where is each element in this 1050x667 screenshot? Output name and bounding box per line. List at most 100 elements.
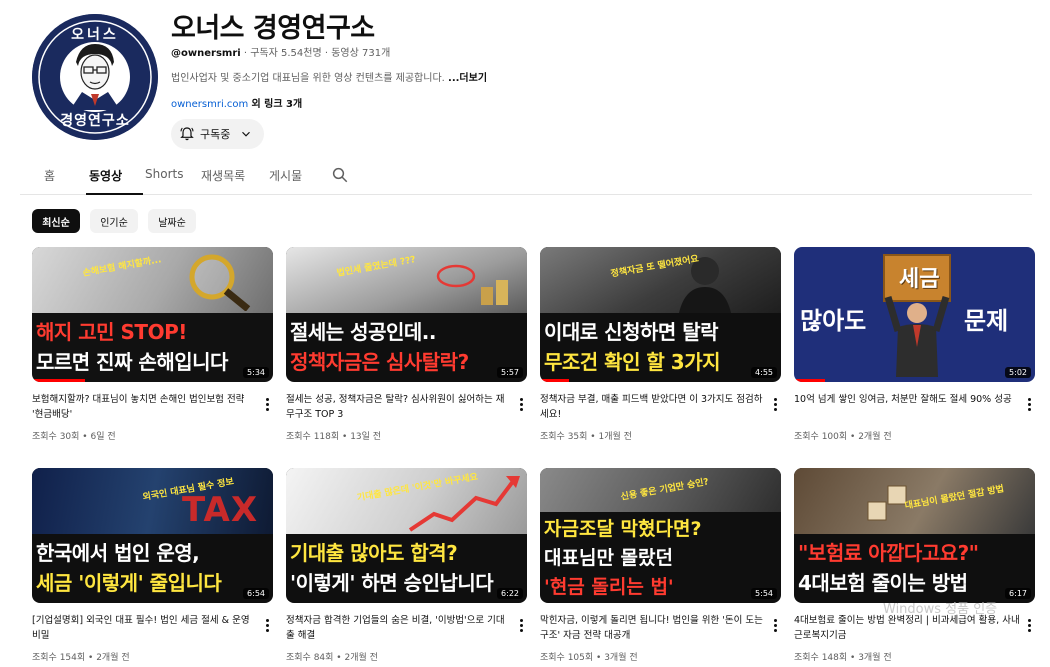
coins-illustration (436, 264, 508, 305)
upload-age: 2개월 전 (344, 653, 378, 663)
thumbnail-headline: 해지 고민 STOP! (36, 320, 187, 344)
chip-oldest[interactable]: 날짜순 (148, 209, 196, 233)
tab-playlists[interactable]: 재생목록 (201, 167, 245, 184)
video-title[interactable]: 4대보험료 줄이는 방법 완벽정리 | 비과세급여 활용, 사내근로복지기금 (794, 613, 1020, 643)
video-duration: 5:34 (243, 367, 269, 378)
description-text: 법인사업자 및 중소기업 대표님을 위한 영상 컨텐츠를 제공합니다. (171, 73, 445, 84)
thumbnail-headline: "보험료 아깝다고요?" (798, 541, 979, 565)
thumbnail-subheadline: 정책자금은 심사탈락? (290, 350, 469, 374)
video-title[interactable]: 정책자금 부결, 매출 피드백 받았다면 이 3가지도 점검하세요! (540, 392, 766, 422)
tax-letters: TAX (182, 490, 259, 530)
channel-avatar[interactable]: 오너스 경영연구소 (32, 14, 158, 140)
chip-popular[interactable]: 인기순 (90, 209, 138, 233)
video-title[interactable]: 보험해지할까? 대표님이 놓치면 손해인 법인보험 전략 '현금배당' (32, 392, 258, 422)
subscribe-label: 구독중 (200, 128, 231, 141)
video-thumbnail[interactable]: 손해보험 해지할까... 해지 고민 STOP! 모르면 진짜 손해입니다 5:… (32, 247, 273, 382)
view-count: 조회수 100회 (794, 432, 848, 442)
more-actions-icon[interactable] (770, 395, 780, 413)
subscriber-count: 구독자 5.54천명 (250, 48, 322, 59)
video-meta: 조회수 154회 • 2개월 전 (32, 653, 130, 663)
video-thumbnail[interactable]: 정책자금 또 떨어졌어요 이대로 신청하면 탈락 무조건 확인 할 3가지 4:… (540, 247, 781, 382)
windows-activation-watermark: Windows 정품 인증 (883, 602, 998, 617)
view-count: 조회수 30회 (32, 432, 80, 442)
thumbnail-subheadline: 무조건 확인 할 3가지 (544, 350, 721, 374)
more-actions-icon[interactable] (1024, 616, 1034, 634)
video-meta: 조회수 148회 • 3개월 전 (794, 653, 892, 663)
video-title[interactable]: 절세는 성공, 정책자금은 탈락? 심사위원이 싫어하는 재무구조 TOP 3 (286, 392, 512, 422)
video-count: 동영상 731개 (331, 48, 391, 59)
video-meta: 조회수 100회 • 2개월 전 (794, 432, 892, 442)
upload-age: 1개월 전 (598, 432, 632, 442)
channel-links: ownersmri.com 외 링크 3개 (171, 95, 302, 110)
video-card: 정책자금 또 떨어졌어요 이대로 신청하면 탈락 무조건 확인 할 3가지 4:… (540, 247, 781, 442)
video-thumbnail[interactable]: 세금 많아도 문제 5:02 (794, 247, 1035, 382)
extra-links[interactable]: 외 링크 3개 (251, 99, 302, 110)
video-card: 기대출 많은데 '이것'만 바꾸세요 기대출 많아도 합격? '이렇게' 하면 … (286, 468, 527, 663)
thumbnail-headline: 한국에서 법인 운영, (36, 541, 200, 565)
video-meta: 조회수 30회 • 6일 전 (32, 432, 116, 442)
view-count: 조회수 148회 (794, 653, 848, 663)
video-meta: 조회수 105회 • 3개월 전 (540, 653, 638, 663)
tab-videos[interactable]: 동영상 (89, 167, 122, 184)
video-duration: 6:54 (243, 588, 269, 599)
thumbnail-subheadline: 문제 (964, 307, 1009, 335)
more-actions-icon[interactable] (262, 616, 272, 634)
channel-description[interactable]: 법인사업자 및 중소기업 대표님을 위한 영상 컨텐츠를 제공합니다. ...더… (171, 69, 487, 84)
channel-handle: @ownersmri (171, 48, 241, 59)
thumbnail-headline: 기대출 많아도 합격? (290, 541, 458, 565)
more-link[interactable]: ...더보기 (448, 73, 487, 84)
video-thumbnail[interactable]: 대표님이 몰랐던 절감 방법 "보험료 아깝다고요?" 4대보험 줄이는 방법 … (794, 468, 1035, 603)
upload-age: 6일 전 (90, 432, 116, 442)
thumbnail-subheadline: '이렇게' 하면 승인납니다 (290, 571, 494, 595)
more-actions-icon[interactable] (1024, 395, 1034, 413)
video-title[interactable]: 정책자금 합격한 기업들의 숨은 비결, '이방법'으로 기대출 해결 (286, 613, 512, 643)
thumbnail-subheadline: 모르면 진짜 손해입니다 (36, 350, 228, 374)
more-actions-icon[interactable] (516, 395, 526, 413)
thumbnail-headline: 이대로 신청하면 탈락 (544, 320, 719, 344)
thumbnail-subheadline: 세금 '이렇게' 줄입니다 (36, 571, 222, 595)
view-count: 조회수 35회 (540, 432, 588, 442)
video-title[interactable]: 막힌자금, 이렇게 돌리면 됩니다! 법인을 위한 '돈이 도는 구조' 자금 … (540, 613, 766, 643)
bell-icon (180, 127, 194, 141)
video-card: 세금 많아도 문제 5:02 10억 넘게 쌓인 잉여금, 처분만 잘해도 절세… (794, 247, 1035, 442)
video-thumbnail[interactable]: TAX 외국인 대표님 필수 정보 한국에서 법인 운영, 세금 '이렇게' 줄… (32, 468, 273, 603)
view-count: 조회수 84회 (286, 653, 334, 663)
video-meta: 조회수 35회 • 1개월 전 (540, 432, 632, 442)
video-thumbnail[interactable]: 법인세 줄였는데 ??? 절세는 성공인데.. 정책자금은 심사탈락? 5:57 (286, 247, 527, 382)
video-duration: 4:55 (751, 367, 777, 378)
video-meta: 조회수 84회 • 2개월 전 (286, 653, 378, 663)
thumbnail-tag: 세금 (899, 267, 940, 292)
video-thumbnail[interactable]: 신용 좋은 기업만 승인? 자금조달 막혔다면? 대표님만 몰랐던 '현금 돌리… (540, 468, 781, 603)
thumbnail-headline: 자금조달 막혔다면? (544, 518, 702, 540)
thumbnail-subheadline: 대표님만 몰랐던 (544, 547, 673, 569)
video-duration: 6:22 (497, 588, 523, 599)
upload-age: 3개월 전 (858, 653, 892, 663)
more-actions-icon[interactable] (516, 616, 526, 634)
watch-progress-bar (794, 379, 825, 382)
tab-posts[interactable]: 게시물 (269, 167, 302, 184)
channel-title: 오너스 경영연구소 (171, 13, 375, 44)
video-card: 대표님이 몰랐던 절감 방법 "보험료 아깝다고요?" 4대보험 줄이는 방법 … (794, 468, 1035, 663)
thumbnail-third-line: '현금 돌리는 법' (544, 576, 674, 598)
video-card: 법인세 줄였는데 ??? 절세는 성공인데.. 정책자금은 심사탈락? 5:57… (286, 247, 527, 442)
view-count: 조회수 105회 (540, 653, 594, 663)
video-duration: 5:02 (1005, 367, 1031, 378)
video-duration: 5:57 (497, 367, 523, 378)
active-tab-indicator (86, 193, 143, 195)
chip-latest[interactable]: 최신순 (32, 209, 80, 233)
more-actions-icon[interactable] (770, 616, 780, 634)
channel-meta: @ownersmri · 구독자 5.54천명 · 동영상 731개 (171, 44, 390, 59)
subscribed-button[interactable]: 구독중 (171, 119, 264, 149)
chevron-down-icon (242, 131, 251, 137)
tab-shorts[interactable]: Shorts (145, 167, 183, 181)
search-icon[interactable] (331, 166, 349, 184)
video-thumbnail[interactable]: 기대출 많은데 '이것'만 바꾸세요 기대출 많아도 합격? '이렇게' 하면 … (286, 468, 527, 603)
upload-age: 2개월 전 (858, 432, 892, 442)
video-title[interactable]: 10억 넘게 쌓인 잉여금, 처분만 잘해도 절세 90% 성공 (794, 392, 1020, 422)
video-title[interactable]: [기업설명회] 외국인 대표 필수! 법인 세금 절세 & 운영 비밀 (32, 613, 258, 643)
channel-website-link[interactable]: ownersmri.com (171, 99, 248, 110)
watch-progress-bar (32, 379, 85, 382)
tab-home[interactable]: 홈 (44, 167, 55, 184)
upload-age: 2개월 전 (96, 653, 130, 663)
more-actions-icon[interactable] (262, 395, 272, 413)
